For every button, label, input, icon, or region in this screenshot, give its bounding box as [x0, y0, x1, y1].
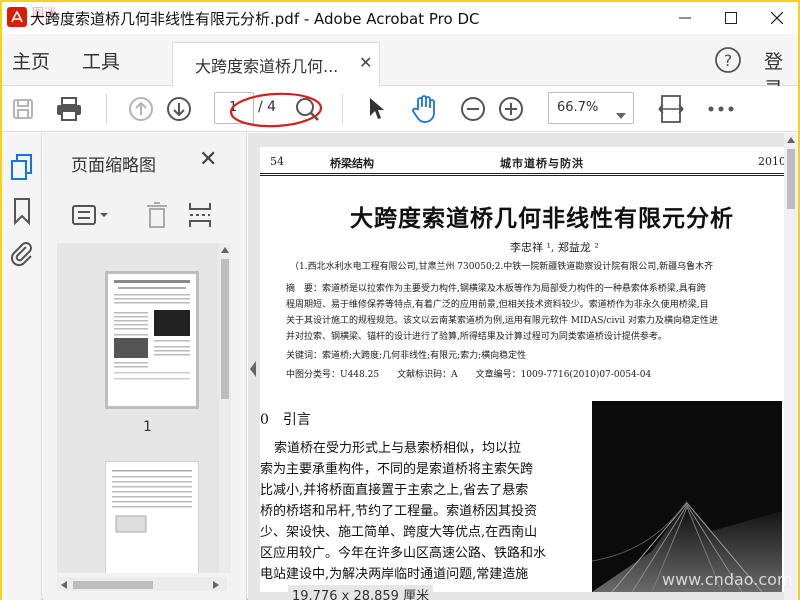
thumbnail-list: 1 — [57, 243, 227, 573]
thumbnail-scrollbar[interactable] — [219, 243, 231, 573]
page-thumbnails-icon[interactable] — [10, 153, 34, 185]
zoom-out-icon[interactable] — [458, 94, 488, 124]
body-line: 电站建设中,为解决两岸临时通道问题,常建造施 — [260, 567, 529, 582]
thumbnail-hscrollbar[interactable] — [57, 577, 227, 591]
article-authors: 李忠祥 ¹, 郑益龙 ² — [510, 241, 599, 254]
annotation-ellipse — [228, 90, 324, 134]
document-viewport[interactable]: 54 桥梁结构 城市道桥与防洪 2010 大跨度索道桥几何非线性有限元分析 李忠… — [248, 133, 798, 600]
hand-tool-icon[interactable] — [410, 94, 440, 124]
body-line: 索为主要承重构件，不同的是索道桥将主索矢跨 — [260, 462, 534, 477]
thumbnail-panel: 页面缩略图 ✕ 1 — [43, 133, 247, 600]
article-affiliation: （1.西北水利水电工程有限公司,甘肃兰州 730050;2.中铁一院新疆铁道勘察… — [290, 262, 714, 272]
toolbar-separator — [342, 94, 343, 124]
abstract-line: 并对拉索、钢横梁、锚杆的设计进行了验算,所得结果及计算过程可为同类索道桥设计提供… — [286, 332, 667, 342]
bridge-photo — [592, 401, 782, 592]
abstract-line: 摘 要：索道桥是以拉索作为主要受力构件,钢横梁及木板等作为局部受力构件的一种悬索… — [286, 284, 706, 294]
print-icon[interactable] — [54, 94, 84, 124]
header-section: 桥梁结构 — [330, 157, 374, 170]
classification-line: 中图分类号：U448.25 文献标识码：A 文章编号：1009-7716(201… — [286, 370, 652, 380]
split-page-icon[interactable] — [187, 201, 213, 233]
header-rule — [260, 175, 785, 176]
thumbnail-page-2[interactable] — [105, 461, 199, 573]
page-size-label: 19.776 x 28.859 厘米 — [288, 585, 434, 600]
chevron-down-icon[interactable] — [616, 104, 626, 123]
document-tab[interactable]: 大跨度索道桥几何... ✕ — [172, 42, 380, 86]
menu-tools[interactable]: 工具 — [82, 47, 120, 74]
acrobat-app-icon — [6, 6, 28, 28]
abstract-line: 程周期短、易于维修保养等特点,有着广泛的应用前景,但相关技术资料较少。索道桥作为… — [286, 300, 709, 310]
toolbar: 1 / 4 66.7% — [2, 86, 798, 132]
article-title: 大跨度索道桥几何非线性有限元分析 — [350, 205, 734, 232]
pdf-page: 54 桥梁结构 城市道桥与防洪 2010 大跨度索道桥几何非线性有限元分析 李忠… — [260, 147, 785, 592]
body-line: 比减小,并将桥面直接置于主索之上,省去了悬索 — [260, 483, 529, 498]
minimize-button[interactable] — [662, 2, 708, 34]
document-tab-label: 大跨度索道桥几何... — [195, 57, 339, 76]
menu-bar: 主页 工具 大跨度索道桥几何... ✕ ? 登录 — [2, 34, 798, 100]
left-icon-rail — [2, 133, 42, 600]
maximize-button[interactable] — [708, 2, 754, 34]
bookmark-icon[interactable] — [12, 197, 32, 229]
thumbnail-page-1[interactable] — [105, 271, 199, 409]
keywords-line: 关键词：索道桥;大跨度;几何非线性;有限元;索力;横向稳定性 — [286, 351, 527, 361]
close-window-button[interactable] — [754, 2, 800, 34]
next-page-icon[interactable] — [164, 94, 194, 124]
body-line: 区应用较广。今年在许多山区高速公路、铁路和水 — [260, 546, 547, 561]
menu-home[interactable]: 主页 — [12, 47, 50, 74]
header-rule — [260, 173, 785, 174]
body-line: 索道桥在受力形式上与悬索桥相似，均以拉 — [274, 441, 522, 456]
more-tools-icon[interactable] — [706, 94, 736, 124]
document-scrollbar[interactable] — [784, 133, 798, 600]
attachment-icon[interactable] — [10, 239, 34, 271]
thumbnail-panel-title: 页面缩略图 — [71, 156, 156, 176]
section-heading: 0 引言 — [260, 412, 311, 428]
window-title: 大跨度索道桥几何非线性有限元分析.pdf - Adobe Acrobat Pro… — [30, 10, 480, 28]
save-icon[interactable] — [8, 94, 38, 124]
abstract-line: 关于其设计施工的规程规范。该文以云南某索道桥为例,运用有限元软件 MIDAS/c… — [286, 316, 719, 326]
watermark: www.cndao.com — [662, 570, 793, 589]
select-cursor-icon[interactable] — [362, 94, 392, 124]
trash-icon[interactable] — [145, 201, 169, 233]
fit-page-icon[interactable] — [656, 94, 686, 124]
help-icon[interactable]: ? — [714, 46, 742, 74]
header-journal: 城市道桥与防洪 — [500, 157, 584, 170]
zoom-in-icon[interactable] — [496, 94, 526, 124]
close-icon[interactable]: ✕ — [199, 147, 217, 172]
tab-close-icon[interactable]: ✕ — [359, 53, 372, 72]
svg-text:?: ? — [724, 51, 733, 70]
body-line: 少、架设快、施工简单、跨度大等优点,在西南山 — [260, 525, 538, 540]
collapse-panel-icon[interactable] — [248, 359, 258, 379]
thumbnail-page-label: 1 — [143, 419, 152, 435]
body-line: 桥的桥塔和吊杆,节约了工程量。索道桥因其投资 — [260, 504, 538, 519]
toolbar-separator — [106, 94, 107, 124]
previous-page-icon[interactable] — [126, 94, 156, 124]
header-year: 2010 — [758, 155, 785, 168]
title-bar: 图迷 大跨度索道桥几何非线性有限元分析.pdf - Adobe Acrobat … — [2, 2, 798, 34]
header-page-number: 54 — [270, 155, 284, 168]
thumbnail-options-icon[interactable] — [71, 203, 111, 231]
